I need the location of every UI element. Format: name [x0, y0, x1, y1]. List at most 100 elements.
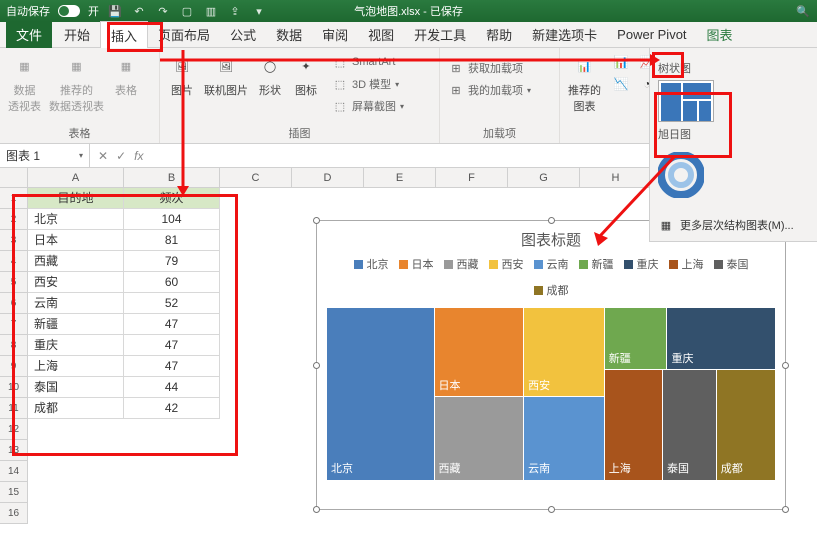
legend-item[interactable]: 日本	[399, 256, 434, 272]
icons-button[interactable]: ✦图标	[292, 52, 320, 98]
table-header-city[interactable]: 目的地	[28, 188, 124, 209]
qat-more-icon[interactable]: ▾	[251, 3, 267, 19]
table-row[interactable]: 西安60	[28, 272, 220, 293]
tab-help[interactable]: 帮助	[476, 21, 522, 48]
treemap-cell[interactable]: 新疆	[605, 308, 668, 370]
tab-home[interactable]: 开始	[54, 21, 100, 48]
table-row[interactable]: 西藏79	[28, 251, 220, 272]
table-row[interactable]: 云南52	[28, 293, 220, 314]
get-addins-button[interactable]: ⊞获取加载项	[448, 58, 551, 78]
treemap-cell[interactable]: 西安	[524, 308, 605, 397]
data-table[interactable]: 目的地 频次 北京104日本81西藏79西安60云南52新疆47重庆47上海47…	[28, 188, 220, 419]
legend-item[interactable]: 上海	[669, 256, 704, 272]
column-chart-icon[interactable]: 📊	[609, 52, 633, 72]
sunburst-thumb[interactable]	[658, 152, 704, 198]
screenshot-button[interactable]: ⬚屏幕截图▾	[332, 96, 404, 116]
table-row[interactable]: 重庆47	[28, 335, 220, 356]
row-header[interactable]: 8	[0, 335, 28, 356]
table-header-freq[interactable]: 频次	[124, 188, 220, 209]
treemap-cell[interactable]: 日本	[435, 308, 525, 397]
table-row[interactable]: 北京104	[28, 209, 220, 230]
name-box[interactable]: 图表 1▾	[0, 144, 90, 167]
treemap-cell[interactable]: 西藏	[435, 397, 525, 480]
tab-review[interactable]: 审阅	[312, 21, 358, 48]
recommended-charts-button[interactable]: 📊推荐的 图表	[568, 52, 601, 114]
legend-item[interactable]: 云南	[534, 256, 569, 272]
undo-icon[interactable]: ↶	[131, 3, 147, 19]
col-header[interactable]: E	[364, 168, 436, 187]
shapes-button[interactable]: ◯形状	[256, 52, 284, 98]
qat-icon[interactable]: ▥	[203, 3, 219, 19]
tab-file[interactable]: 文件	[6, 21, 52, 48]
row-header[interactable]: 15	[0, 482, 28, 503]
treemap-cell[interactable]: 成都	[717, 370, 775, 480]
waterfall-chart-icon[interactable]: 📉	[609, 74, 633, 94]
fx-cancel-icon[interactable]: ✕	[98, 149, 108, 163]
smartart-button[interactable]: ⬚SmartArt	[332, 52, 404, 72]
chart-object[interactable]: 图表标题 北京日本西藏西安云南新疆重庆上海泰国成都 北京日本西藏西安云南新疆重庆…	[316, 220, 786, 510]
row-header[interactable]: 6	[0, 293, 28, 314]
legend-item[interactable]: 北京	[354, 256, 389, 272]
row-header[interactable]: 9	[0, 356, 28, 377]
treemap-cell[interactable]: 泰国	[663, 370, 717, 480]
treemap-plot[interactable]: 北京日本西藏西安云南新疆重庆上海泰国成都	[327, 308, 775, 480]
legend-item[interactable]: 重庆	[624, 256, 659, 272]
col-header[interactable]: D	[292, 168, 364, 187]
legend-item[interactable]: 西安	[489, 256, 524, 272]
table-row[interactable]: 成都42	[28, 398, 220, 419]
3d-model-button[interactable]: ⬚3D 模型▾	[332, 74, 404, 94]
legend-item[interactable]: 成都	[534, 282, 569, 298]
redo-icon[interactable]: ↷	[155, 3, 171, 19]
row-header[interactable]: 7	[0, 314, 28, 335]
search-icon[interactable]: 🔍	[795, 3, 811, 19]
legend-item[interactable]: 泰国	[714, 256, 749, 272]
row-header[interactable]: 3	[0, 230, 28, 251]
col-header[interactable]: C	[220, 168, 292, 187]
row-header[interactable]: 14	[0, 461, 28, 482]
autosave-toggle[interactable]	[58, 5, 80, 17]
table-row[interactable]: 日本81	[28, 230, 220, 251]
legend-item[interactable]: 新疆	[579, 256, 614, 272]
tab-data[interactable]: 数据	[266, 21, 312, 48]
col-header[interactable]: H	[580, 168, 652, 187]
fx-icon[interactable]: fx	[134, 149, 143, 163]
select-all-corner[interactable]	[0, 168, 28, 187]
table-row[interactable]: 泰国44	[28, 377, 220, 398]
col-header[interactable]: B	[124, 168, 220, 187]
tab-insert[interactable]: 插入	[100, 21, 148, 49]
qat-icon[interactable]: ▢	[179, 3, 195, 19]
online-pictures-button[interactable]: 🖼联机图片	[204, 52, 248, 98]
legend-item[interactable]: 西藏	[444, 256, 479, 272]
table-row[interactable]: 新疆47	[28, 314, 220, 335]
treemap-cell[interactable]: 北京	[327, 308, 435, 480]
tab-chart[interactable]: 图表	[697, 21, 743, 48]
pivot-table-button[interactable]: ▦数据 透视表	[8, 52, 41, 114]
my-addins-button[interactable]: ⊞我的加载项▾	[448, 80, 551, 100]
more-hierarchy-button[interactable]: ▦ 更多层次结构图表(M)...	[658, 217, 809, 233]
treemap-cell[interactable]: 云南	[524, 397, 605, 480]
tab-powerpivot[interactable]: Power Pivot	[607, 23, 696, 46]
row-header[interactable]: 2	[0, 209, 28, 230]
save-icon[interactable]: 💾	[107, 3, 123, 19]
pictures-button[interactable]: 🖼图片	[168, 52, 196, 98]
tab-pagelayout[interactable]: 页面布局	[148, 21, 220, 48]
treemap-cell[interactable]: 上海	[605, 370, 663, 480]
col-header[interactable]: G	[508, 168, 580, 187]
col-header[interactable]: A	[28, 168, 124, 187]
tab-view[interactable]: 视图	[358, 21, 404, 48]
row-header[interactable]: 4	[0, 251, 28, 272]
col-header[interactable]: F	[436, 168, 508, 187]
fx-confirm-icon[interactable]: ✓	[116, 149, 126, 163]
table-button[interactable]: ▦表格	[112, 52, 140, 98]
tab-newtab[interactable]: 新建选项卡	[522, 21, 607, 48]
qat-icon[interactable]: ⇪	[227, 3, 243, 19]
row-header[interactable]: 1	[0, 188, 28, 209]
row-header[interactable]: 5	[0, 272, 28, 293]
chart-legend[interactable]: 北京日本西藏西安云南新疆重庆上海泰国成都	[317, 256, 785, 304]
tab-formulas[interactable]: 公式	[220, 21, 266, 48]
row-header[interactable]: 16	[0, 503, 28, 524]
treemap-thumb[interactable]	[658, 80, 714, 122]
tab-developer[interactable]: 开发工具	[404, 21, 476, 48]
row-header[interactable]: 12	[0, 419, 28, 440]
table-row[interactable]: 上海47	[28, 356, 220, 377]
